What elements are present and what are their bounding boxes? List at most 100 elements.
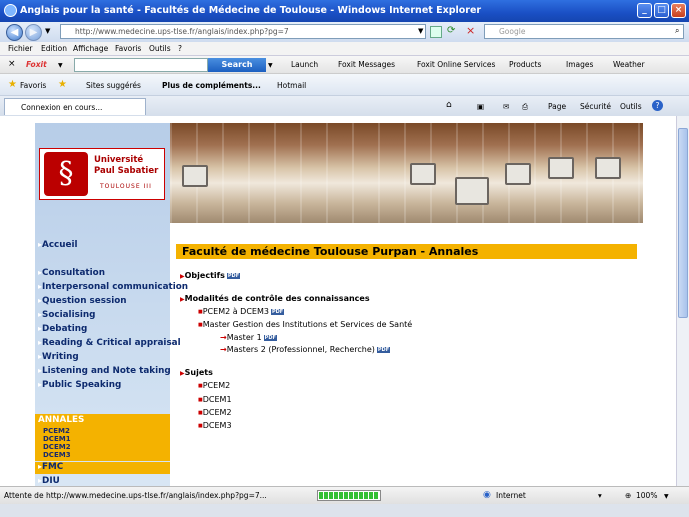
annales-dcem3-link[interactable]: DCEM3 — [43, 451, 71, 459]
zoom-icon[interactable]: ⊕ — [625, 491, 631, 500]
nav-fmc[interactable]: FMC — [38, 462, 63, 472]
nav-writing[interactable]: Writing — [38, 352, 79, 362]
rss-icon[interactable]: ▣ — [477, 102, 484, 111]
title-bar: Anglais pour la santé - Facultés de Méde… — [0, 0, 689, 22]
history-dropdown-icon[interactable]: ▼ — [45, 27, 50, 35]
search-icon[interactable]: ⌕ — [675, 26, 679, 36]
browser-tab[interactable]: Connexion en cours... — [4, 98, 146, 115]
protected-mode-icon[interactable]: ▾ — [598, 491, 602, 500]
objectifs-label: Objectifs — [184, 271, 225, 280]
hotmail-link[interactable]: Hotmail — [277, 81, 306, 90]
page-viewport: § Université Paul Sabatier TOULOUSE III … — [0, 116, 676, 486]
close-button[interactable]: × — [671, 3, 686, 18]
foxit-logo[interactable]: Foxit — [26, 60, 47, 69]
favorites-bar: ★ Favoris ★ Sites suggérés Plus de compl… — [0, 74, 689, 96]
zoom-dropdown-icon[interactable]: ▼ — [664, 493, 669, 500]
home-icon[interactable]: ⌂ — [446, 100, 452, 110]
back-button[interactable]: ◀ — [6, 24, 23, 41]
scrollbar-thumb[interactable] — [678, 128, 688, 318]
help-icon[interactable]: ? — [652, 100, 663, 111]
address-dropdown-icon[interactable]: ▼ — [418, 27, 423, 35]
foxit-menu-icon[interactable]: ▼ — [58, 62, 63, 69]
more-addons-link[interactable]: Plus de compléments... — [162, 81, 261, 90]
masters2-link[interactable]: Masters 2 (Professionnel, Recherche)PDF — [220, 345, 391, 354]
logo-line2: Paul Sabatier — [94, 166, 159, 176]
nav-reading-critical-appraisal[interactable]: Reading & Critical appraisal — [38, 338, 181, 348]
pdf-icon[interactable]: PDF — [226, 272, 241, 279]
master1-link[interactable]: Master 1PDF — [220, 333, 277, 342]
add-favorite-icon[interactable]: ★ — [58, 79, 67, 90]
nav-accueil[interactable]: Accueil — [38, 240, 78, 250]
minimize-button[interactable]: _ — [637, 3, 652, 18]
foxit-messages-button[interactable]: Foxit Messages — [338, 60, 395, 69]
foxit-toolbar: × Foxit ▼ Search ▼ Launch Foxit Messages… — [0, 56, 689, 74]
pdf-icon[interactable]: PDF — [263, 334, 277, 341]
progress-fill — [319, 492, 379, 499]
pdf-icon[interactable]: PDF — [270, 308, 285, 315]
sujets-dcem2-link[interactable]: DCEM2 — [198, 408, 232, 417]
stop-icon[interactable]: × — [466, 24, 475, 37]
menu-outils[interactable]: Outils — [149, 44, 171, 53]
foxit-online-services-button[interactable]: Foxit Online Services — [417, 60, 495, 69]
sujets-dcem3-link[interactable]: DCEM3 — [198, 421, 232, 430]
address-input[interactable]: http://www.medecine.ups-tlse.fr/anglais/… — [60, 24, 426, 39]
foxit-search-input[interactable] — [74, 58, 208, 72]
vertical-scrollbar[interactable] — [676, 116, 689, 486]
search-input[interactable]: Google — [484, 24, 684, 39]
forward-button[interactable]: ▶ — [25, 24, 42, 41]
zoom-level[interactable]: 100% — [636, 491, 657, 500]
close-toolbar-icon[interactable]: × — [8, 59, 16, 69]
maximize-button[interactable]: □ — [654, 3, 669, 18]
tab-bar: Connexion en cours... ⌂ ▣ ✉ ⎙ Page Sécur… — [0, 96, 689, 116]
annales-pcem2-link[interactable]: PCEM2 — [43, 427, 70, 435]
sujets-dcem1-link[interactable]: DCEM1 — [198, 395, 232, 404]
tools-menu[interactable]: Outils — [620, 102, 642, 111]
print-icon[interactable]: ⎙ — [522, 102, 528, 112]
favorites-button[interactable]: Favoris — [20, 81, 46, 90]
pcem2-dcem3-link[interactable]: PCEM2 à DCEM3PDF — [198, 307, 285, 316]
compat-view-icon[interactable] — [430, 26, 442, 38]
monitor-4 — [505, 163, 531, 185]
security-menu[interactable]: Sécurité — [580, 102, 611, 111]
nav-interpersonal-communication[interactable]: Interpersonal communication — [38, 282, 188, 292]
page-menu[interactable]: Page — [548, 102, 566, 111]
suggested-sites-link[interactable]: Sites suggérés — [86, 81, 141, 90]
page-heading: Faculté de médecine Toulouse Purpan - An… — [176, 244, 637, 259]
nav-listening-note-taking[interactable]: Listening and Note taking — [38, 366, 171, 376]
nav-debating[interactable]: Debating — [38, 324, 87, 334]
menu-favoris[interactable]: Favoris — [115, 44, 141, 53]
favorites-star-icon: ★ — [8, 79, 17, 90]
nav-public-speaking[interactable]: Public Speaking — [38, 380, 121, 390]
refresh-icon[interactable]: ⟳ — [447, 25, 455, 36]
mail-icon[interactable]: ✉ — [503, 102, 509, 111]
foxit-search-button[interactable]: Search — [208, 58, 266, 72]
images-button[interactable]: Images — [566, 60, 593, 69]
university-logo[interactable]: § Université Paul Sabatier TOULOUSE III — [39, 148, 165, 200]
status-text: Attente de http://www.medecine.ups-tlse.… — [4, 491, 267, 500]
nav-socialising[interactable]: Socialising — [38, 310, 95, 320]
menu-affichage[interactable]: Affichage — [73, 44, 108, 53]
launch-button[interactable]: Launch — [291, 60, 318, 69]
menu-help[interactable]: ? — [178, 44, 182, 53]
objectifs-link[interactable]: ObjectifsPDF — [180, 271, 241, 280]
monitor-3 — [455, 177, 489, 205]
sujets-pcem2-link[interactable]: PCEM2 — [198, 381, 230, 390]
nav-annales[interactable]: ANNALES — [38, 415, 84, 425]
nav-question-session[interactable]: Question session — [38, 296, 127, 306]
masters2-label: Masters 2 (Professionnel, Recherche) — [226, 345, 375, 354]
annales-section: ANNALES PCEM2 DCEM1 DCEM2 DCEM3 — [35, 414, 170, 461]
foxit-search-dropdown-icon[interactable]: ▼ — [268, 62, 273, 69]
sidebar: § Université Paul Sabatier TOULOUSE III … — [35, 123, 188, 486]
nav-consultation[interactable]: Consultation — [38, 268, 105, 278]
products-button[interactable]: Products — [509, 60, 541, 69]
header-banner-image — [170, 123, 643, 223]
menu-fichier[interactable]: Fichier — [8, 44, 33, 53]
annales-dcem1-link[interactable]: DCEM1 — [43, 435, 71, 443]
pdf-icon[interactable]: PDF — [376, 346, 391, 353]
annales-dcem2-link[interactable]: DCEM2 — [43, 443, 71, 451]
menu-edition[interactable]: Edition — [41, 44, 67, 53]
nav-diu[interactable]: DIU — [38, 476, 60, 486]
menu-bar: Fichier Edition Affichage Favoris Outils… — [0, 42, 689, 56]
status-bar: Attente de http://www.medecine.ups-tlse.… — [0, 486, 689, 504]
weather-button[interactable]: Weather — [613, 60, 645, 69]
